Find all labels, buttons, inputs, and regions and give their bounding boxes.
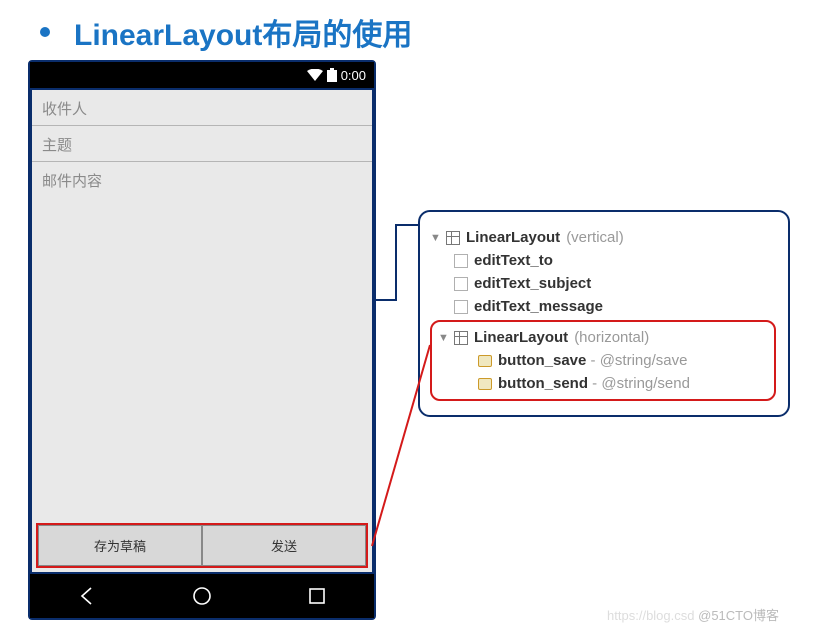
edittext-icon	[454, 277, 468, 291]
battery-icon	[327, 68, 337, 82]
recent-icon[interactable]	[306, 585, 328, 607]
edittext-to[interactable]: 收件人	[32, 90, 372, 126]
linearlayout-horizontal: 存为草稿 发送	[36, 523, 368, 568]
button-icon	[478, 355, 492, 367]
tree-inner-name: LinearLayout	[474, 329, 568, 346]
chevron-down-icon: ▼	[438, 332, 448, 344]
edittext-icon	[454, 254, 468, 268]
home-icon[interactable]	[191, 585, 213, 607]
watermark-faint: https://blog.csd	[607, 608, 694, 623]
tree-item-label: editText_subject	[474, 275, 591, 292]
wifi-icon	[307, 69, 323, 81]
button-icon	[478, 378, 492, 390]
nav-bar	[30, 574, 374, 618]
page-title: LinearLayout布局的使用	[74, 10, 412, 54]
tree-btn-name: button_send	[498, 375, 588, 392]
tree-root[interactable]: ▼ LinearLayout (vertical)	[430, 226, 776, 249]
tree-item-button-save[interactable]: button_save - @string/save	[438, 349, 768, 372]
tree-inner-qualifier: (horizontal)	[574, 329, 649, 346]
back-icon[interactable]	[76, 585, 98, 607]
tree-item-edittext-to[interactable]: editText_to	[430, 249, 776, 272]
status-time: 0:00	[341, 68, 366, 83]
watermark-text: @51CTO博客	[698, 608, 779, 623]
watermark: https://blog.csd @51CTO博客	[607, 605, 779, 624]
tree-item-edittext-subject[interactable]: editText_subject	[430, 272, 776, 295]
highlight-box: ▼ LinearLayout (horizontal) button_save …	[430, 320, 776, 401]
bullet-icon	[40, 27, 50, 37]
tree-sep: -	[586, 352, 599, 369]
tree-item-edittext-message[interactable]: editText_message	[430, 295, 776, 318]
edittext-message[interactable]: 邮件内容	[32, 162, 372, 197]
tree-sep: -	[588, 375, 601, 392]
tree-btn-attr: @string/send	[601, 375, 690, 392]
tree-root-name: LinearLayout	[466, 229, 560, 246]
tree-item-label: editText_message	[474, 298, 603, 315]
outline-tree-panel: ▼ LinearLayout (vertical) editText_to ed…	[418, 210, 790, 417]
heading: LinearLayout布局的使用	[40, 10, 412, 54]
tree-inner-linearlayout[interactable]: ▼ LinearLayout (horizontal)	[438, 326, 768, 349]
tree-btn-name: button_save	[498, 352, 586, 369]
tree-item-label: editText_to	[474, 252, 553, 269]
edittext-subject[interactable]: 主题	[32, 126, 372, 162]
status-bar: 0:00	[30, 62, 374, 88]
chevron-down-icon: ▼	[430, 232, 440, 244]
linearlayout-icon	[446, 231, 460, 245]
linearlayout-icon	[454, 331, 468, 345]
tree-root-qualifier: (vertical)	[566, 229, 624, 246]
tree-item-button-send[interactable]: button_send - @string/send	[438, 372, 768, 395]
tree-btn-attr: @string/save	[600, 352, 688, 369]
button-save[interactable]: 存为草稿	[38, 525, 202, 566]
screen-linearlayout-vertical: 收件人 主题 邮件内容 存为草稿 发送	[30, 88, 374, 574]
button-send[interactable]: 发送	[202, 525, 366, 566]
edittext-icon	[454, 300, 468, 314]
phone-mockup: 0:00 收件人 主题 邮件内容 存为草稿 发送	[28, 60, 376, 620]
